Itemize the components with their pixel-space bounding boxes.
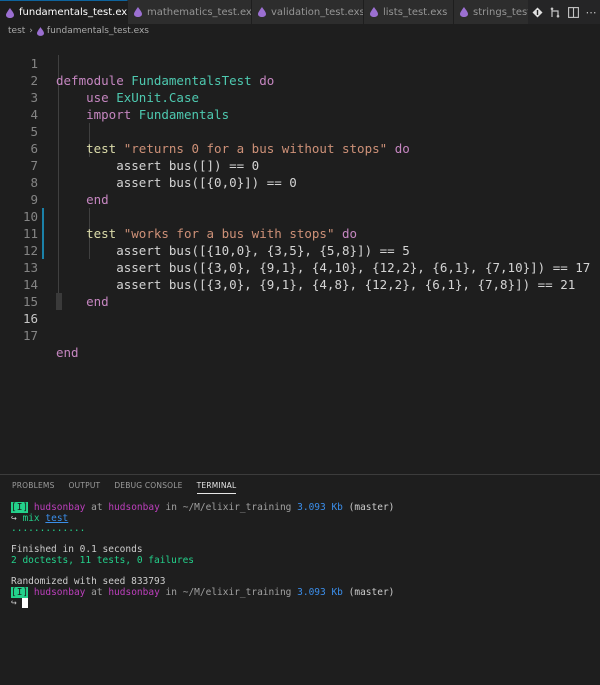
prompt-line: [I] hudsonbay at hudsonbay in ~/M/elixir…	[11, 502, 395, 514]
code-line: 14 end	[0, 259, 600, 309]
prompt-text: at	[91, 586, 103, 598]
elixir-file-icon	[36, 26, 44, 36]
tab-problems[interactable]: PROBLEMS	[12, 481, 55, 494]
tab-label: fundamentals_test.exs	[19, 7, 128, 18]
prompt-text: at	[91, 502, 103, 513]
code-line: 15	[0, 276, 600, 309]
open-changes-icon[interactable]	[550, 7, 561, 18]
panel-tabs: PROBLEMS OUTPUT DEBUG CONSOLE TERMINAL	[12, 481, 237, 494]
breadcrumb-file[interactable]: fundamentals_test.exs	[47, 26, 149, 36]
keyword: end	[56, 345, 79, 360]
code-editor[interactable]: 1 defmodule FundamentalsTest do 2 use Ex…	[0, 38, 600, 458]
git-branch: (master)	[348, 586, 395, 598]
git-compare-icon[interactable]	[532, 7, 543, 18]
editor-actions: ⋯	[528, 0, 600, 24]
code-line: 16	[0, 293, 600, 326]
bottom-panel: PROBLEMS OUTPUT DEBUG CONSOLE TERMINAL […	[0, 474, 600, 685]
code-line: 4	[0, 89, 600, 122]
hostname: hudsonbay	[108, 502, 160, 513]
chevron-right-icon: ›	[29, 26, 33, 36]
elixir-file-icon	[258, 7, 266, 17]
code-line: 13 assert bus([{3,0}, {9,1}, {4,8}, {12,…	[0, 242, 600, 292]
code-line: 17 end	[0, 310, 600, 360]
line-number: 17	[22, 328, 38, 343]
dir-size: 3.093 Kb	[297, 502, 343, 513]
username: hudsonbay	[33, 586, 86, 598]
terminal[interactable]: [I] hudsonbay at hudsonbay in ~/M/elixir…	[11, 502, 395, 609]
breadcrumb-folder[interactable]: test	[8, 26, 25, 36]
status-badge: [I]	[11, 586, 29, 598]
test-summary: 2 doctests, 11 tests, 0 failures	[11, 554, 195, 566]
terminal-cursor	[22, 598, 29, 609]
editor-tab-bar: fundamentals_test.exs ✕ mathematics_test…	[0, 0, 600, 24]
code-line: 11 assert bus([{10,0}, {3,5}, {5,8}]) ==…	[0, 208, 600, 258]
elixir-file-icon	[460, 7, 468, 17]
command: mix	[22, 512, 40, 524]
code-line: 12 assert bus([{3,0}, {9,1}, {4,10}, {12…	[0, 225, 600, 275]
tab-terminal[interactable]: TERMINAL	[196, 481, 237, 494]
tab-label: validation_test.exs	[271, 6, 364, 18]
code-line: 6 assert bus([]) == 0	[0, 123, 600, 173]
code-line: 5 test "returns 0 for a bus without stop…	[0, 106, 600, 156]
hostname: hudsonbay	[108, 586, 160, 598]
code-line: 3 import Fundamentals	[0, 72, 600, 122]
dir-size: 3.093 Kb	[297, 586, 343, 598]
tab-label: strings_test.exs	[473, 6, 533, 18]
tab-mathematics-test[interactable]: mathematics_test.exs	[128, 0, 252, 24]
breadcrumb: test › fundamentals_test.exs	[0, 24, 600, 38]
prompt-arrow: ↪	[11, 597, 17, 609]
command-arg: test	[45, 512, 69, 524]
more-actions-icon[interactable]: ⋯	[586, 6, 597, 19]
input-line[interactable]: ↪	[11, 598, 394, 609]
code-line: 7 assert bus([{0,0}]) == 0	[0, 140, 600, 190]
working-directory: ~/M/elixir_training	[182, 502, 292, 513]
code-line: 1 defmodule FundamentalsTest do	[0, 38, 600, 88]
tab-debug-console[interactable]: DEBUG CONSOLE	[114, 481, 182, 494]
elixir-file-icon	[134, 7, 142, 17]
elixir-file-icon	[370, 7, 378, 17]
prompt-text: in	[165, 586, 177, 598]
code-line: 9	[0, 174, 600, 207]
tab-strings-test[interactable]: strings_test.exs	[454, 0, 534, 24]
tab-label: mathematics_test.exs	[147, 6, 252, 18]
code-line: 8 end	[0, 157, 600, 207]
tab-output[interactable]: OUTPUT	[69, 481, 101, 494]
prompt-arrow: ↪	[11, 512, 17, 524]
tab-label: lists_test.exs	[383, 6, 448, 18]
code-line: 2 use ExUnit.Case	[0, 55, 600, 105]
elixir-file-icon	[6, 7, 14, 18]
username: hudsonbay	[33, 502, 86, 513]
tab-validation-test[interactable]: validation_test.exs	[252, 0, 364, 24]
test-progress: .............	[11, 523, 86, 535]
code-line: 10 test "works for a bus with stops" do	[0, 191, 600, 241]
status-badge: [I]	[11, 502, 29, 513]
tab-fundamentals-test[interactable]: fundamentals_test.exs ✕	[0, 0, 128, 24]
tab-lists-test[interactable]: lists_test.exs	[364, 0, 454, 24]
prompt-text: in	[165, 502, 177, 513]
split-editor-icon[interactable]	[567, 6, 579, 18]
working-directory: ~/M/elixir_training	[182, 586, 292, 598]
git-branch: (master)	[348, 502, 395, 513]
prompt-line: [I] hudsonbay at hudsonbay in ~/M/elixir…	[11, 586, 395, 599]
